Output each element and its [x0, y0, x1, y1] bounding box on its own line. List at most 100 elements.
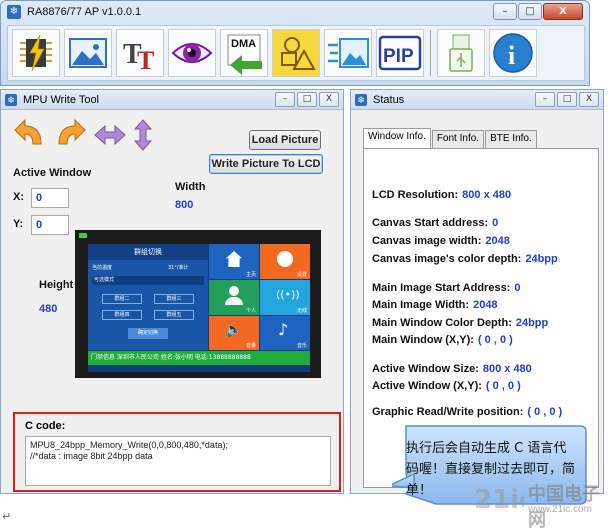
c-code-line-1: MPU8_24bpp_Memory_Write(0,0,800,480,*dat…	[30, 440, 228, 450]
tab-font-info[interactable]: Font Info.	[431, 130, 485, 148]
preview-btn4: 群组五	[154, 310, 194, 320]
chip-tool-button[interactable]	[12, 29, 60, 77]
preview-btn3: 群组四	[102, 310, 142, 320]
preview-row1-left: 当前温度	[92, 265, 113, 271]
home-icon	[226, 251, 242, 267]
preview-row2: 可选模式	[92, 276, 204, 285]
close-button[interactable]: X	[543, 3, 583, 20]
status-window-icon: ❄	[355, 94, 367, 106]
paragraph-mark: ↵	[2, 511, 12, 523]
usb-tool-button[interactable]	[437, 29, 485, 77]
status-row-main-xy: Main Window (X,Y):( 0 , 0 )	[372, 334, 513, 346]
x-label: X:	[13, 191, 24, 203]
main-title-bar[interactable]: ❄ RA8876/77 AP v1.0.0.1 – □ X	[1, 1, 589, 23]
rotate-left-icon[interactable]	[13, 118, 47, 152]
preview-screen: 群组切换 当前温度 31°/准计 可选模式 群组二 群组三 群组四 群组五 确定…	[88, 244, 310, 372]
preview-tile-settings: 设置	[260, 244, 310, 279]
active-window-label: Active Window	[13, 167, 92, 179]
status-restore-button[interactable]: □	[557, 92, 577, 107]
status-value: ( 0 , 0 )	[485, 380, 521, 392]
volume-icon: 🔈	[225, 322, 243, 338]
status-value: 800 x 480	[462, 189, 512, 201]
preview-btn2: 群组三	[154, 294, 194, 304]
music-note-icon: ♪	[278, 320, 289, 339]
preview-tile6-label: 音乐	[296, 343, 307, 349]
status-label: Canvas Start address:	[372, 217, 489, 229]
height-value: 480	[39, 303, 58, 315]
status-title-bar[interactable]: ❄ Status – □ X	[351, 90, 603, 110]
preview-footer: 门禁信息 深圳市人民公司 姓名:张小明 电话:13888888888	[88, 351, 310, 365]
write-picture-button[interactable]: Write Picture To LCD	[209, 154, 323, 174]
info-tool-icon: i	[493, 33, 533, 73]
mpu-close-button[interactable]: X	[319, 92, 339, 107]
preview-tile-music: ♪ 音乐	[260, 316, 310, 350]
preview-tile2-label: 设置	[296, 272, 307, 278]
text-tool-button[interactable]: T T	[116, 29, 164, 77]
flip-horizontal-icon[interactable]	[93, 123, 127, 147]
picture-preview: 群组切换 当前温度 31°/准计 可选模式 群组二 群组三 群组四 群组五 确定…	[75, 230, 321, 378]
main-toolbar: T T DMA PIP i	[7, 25, 585, 81]
status-row-graphic-position: Graphic Read/Write position:( 0 , 0 )	[372, 406, 562, 418]
status-value: 0	[492, 217, 499, 229]
c-code-highlight-frame: C code: MPU8_24bpp_Memory_Write(0,0,800,…	[13, 412, 341, 492]
status-tabs: Window Info. Font Info. BTE Info.	[363, 128, 538, 148]
tab-bte-info[interactable]: BTE Info.	[485, 130, 537, 148]
app-icon: ❄	[7, 5, 21, 19]
status-label: Active Window (X,Y):	[372, 380, 482, 392]
svg-text:DMA: DMA	[231, 38, 256, 50]
svg-text:21ic: 21ic	[474, 485, 524, 515]
image-tool-icon	[69, 38, 107, 68]
text-tool-icon: T T	[123, 39, 154, 75]
shapes-tool-button[interactable]	[272, 29, 320, 77]
status-minimize-button[interactable]: –	[535, 92, 555, 107]
rotate-right-icon[interactable]	[53, 118, 87, 152]
preview-battery-icon	[79, 233, 87, 238]
info-tool-button[interactable]: i	[489, 29, 537, 77]
svg-text:PIP: PIP	[383, 46, 414, 67]
pip-tool-button[interactable]: PIP	[376, 29, 424, 77]
mpu-restore-button[interactable]: □	[297, 92, 317, 107]
usb-tool-icon	[449, 34, 473, 72]
status-close-button[interactable]: X	[579, 92, 599, 107]
shapes-tool-icon	[281, 37, 316, 70]
tab-window-info[interactable]: Window Info.	[363, 128, 431, 148]
image-transfer-tool-button[interactable]	[324, 29, 372, 77]
eye-tool-button[interactable]	[168, 29, 216, 77]
flip-vertical-icon[interactable]	[133, 118, 153, 152]
x-input[interactable]: 0	[31, 188, 69, 208]
status-label: Graphic Read/Write position:	[372, 406, 524, 418]
svg-text:T: T	[137, 46, 154, 75]
c-code-textbox[interactable]: MPU8_24bpp_Memory_Write(0,0,800,480,*dat…	[25, 436, 331, 486]
status-row-lcd-resolution: LCD Resolution: 800 x 480	[372, 189, 511, 201]
toolbar-separator	[430, 30, 431, 76]
minimize-button[interactable]: –	[493, 3, 517, 20]
status-value: ( 0 , 0 )	[527, 406, 563, 418]
load-picture-button[interactable]: Load Picture	[249, 130, 321, 150]
image-tool-button[interactable]	[64, 29, 112, 77]
status-label: Main Window (X,Y):	[372, 334, 474, 346]
mpu-write-tool-window: ❄ MPU Write Tool – □ X Load Picture Writ…	[0, 89, 344, 494]
image-transfer-tool-icon	[328, 38, 369, 68]
status-value: 24bpp	[525, 253, 558, 265]
person-icon-body	[225, 297, 243, 305]
preview-left-panel: 群组切换 当前温度 31°/准计 可选模式 群组二 群组三 群组四 群组五 确定…	[88, 244, 208, 350]
mpu-window-title: MPU Write Tool	[23, 94, 100, 106]
wireless-icon: ((•))	[276, 288, 300, 301]
dma-tool-button[interactable]: DMA	[220, 29, 268, 77]
person-icon	[229, 286, 239, 296]
y-label: Y:	[13, 218, 24, 230]
y-input[interactable]: 0	[31, 215, 69, 235]
mpu-minimize-button[interactable]: –	[275, 92, 295, 107]
preview-tile-wireless: ((•)) 无线	[260, 280, 310, 315]
status-label: Active Window Size:	[372, 363, 479, 375]
mpu-title-bar[interactable]: ❄ MPU Write Tool – □ X	[1, 90, 343, 110]
watermark: 21ic 中国电子网 www.21ic.com	[472, 476, 608, 528]
preview-confirm-button: 确定切换	[128, 328, 168, 339]
status-label: Main Image Start Address:	[372, 282, 511, 294]
status-value: 2048	[485, 235, 510, 247]
preview-tile-volume: 🔈 音量	[209, 316, 259, 350]
restore-button[interactable]: □	[518, 3, 542, 20]
status-label: Main Image Width:	[372, 299, 470, 311]
eye-tool-icon	[171, 43, 213, 63]
app-title: RA8876/77 AP v1.0.0.1	[27, 6, 142, 18]
